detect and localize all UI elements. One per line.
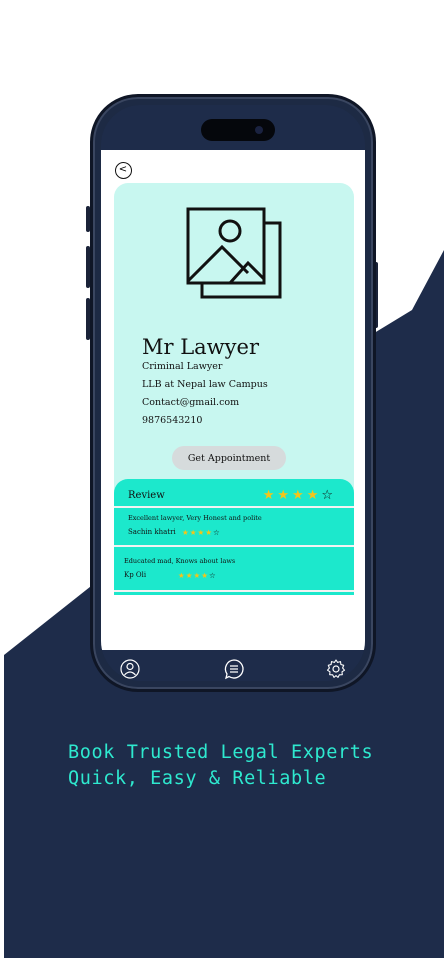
profile-icon[interactable] xyxy=(119,658,141,680)
star-empty-icon: ☆ xyxy=(321,488,336,503)
star-filled-icon: ★ xyxy=(306,488,322,503)
star-filled-icon: ★ xyxy=(178,571,186,580)
chevron-left-icon: < xyxy=(118,164,128,175)
star-filled-icon: ★ xyxy=(201,571,209,580)
lawyer-phone: 9876543210 xyxy=(142,415,203,426)
star-filled-icon: ★ xyxy=(292,488,307,503)
star-empty-icon: ☆ xyxy=(212,528,221,537)
lawyer-education: LLB at Nepal law Campus xyxy=(142,379,268,390)
phone-screen: < Mr Lawyer Criminal Lawyer LLB at Nepal… xyxy=(101,105,365,681)
review-section: Review ★★★★☆ Excellent lawyer, Very Hone… xyxy=(114,479,354,595)
divider xyxy=(114,506,354,508)
review-item-rating: ★★★★☆ xyxy=(182,528,221,537)
star-filled-icon: ★ xyxy=(205,528,213,537)
settings-icon[interactable] xyxy=(325,658,347,680)
camera-icon xyxy=(255,126,263,134)
chat-icon[interactable] xyxy=(223,658,245,680)
lawyer-title: Criminal Lawyer xyxy=(142,361,223,372)
lawyer-profile-screen: < Mr Lawyer Criminal Lawyer LLB at Nepal… xyxy=(101,150,365,650)
review-rating: ★★★★☆ xyxy=(263,488,336,503)
review-title: Review xyxy=(128,490,165,501)
phone-frame: < Mr Lawyer Criminal Lawyer LLB at Nepal… xyxy=(90,94,376,692)
review-author: Kp Oli xyxy=(124,571,147,579)
divider xyxy=(114,590,354,592)
profile-card: Mr Lawyer Criminal Lawyer LLB at Nepal l… xyxy=(114,183,354,523)
promo-canvas: < Mr Lawyer Criminal Lawyer LLB at Nepal… xyxy=(4,0,444,958)
star-filled-icon: ★ xyxy=(182,528,190,537)
tagline-line-2: Quick, Easy & Reliable xyxy=(68,768,327,789)
dynamic-island xyxy=(201,119,275,141)
lawyer-name: Mr Lawyer xyxy=(142,335,259,359)
lawyer-email: Contact@gmail.com xyxy=(142,397,240,408)
star-filled-icon: ★ xyxy=(277,488,293,503)
divider xyxy=(114,545,354,547)
review-item-rating: ★★★★☆ xyxy=(178,571,217,580)
get-appointment-button[interactable]: Get Appointment xyxy=(172,446,286,470)
star-filled-icon: ★ xyxy=(262,488,278,503)
bottom-nav xyxy=(101,650,365,681)
back-button[interactable]: < xyxy=(115,162,132,179)
image-placeholder-icon xyxy=(186,207,282,299)
review-text: Excellent lawyer, Very Honest and polite xyxy=(128,514,262,522)
tagline-line-1: Book Trusted Legal Experts xyxy=(68,742,374,763)
star-empty-icon: ☆ xyxy=(208,571,217,580)
review-text: Educated mad, Knows about laws xyxy=(124,557,236,565)
review-author: Sachin khatri xyxy=(128,528,176,536)
